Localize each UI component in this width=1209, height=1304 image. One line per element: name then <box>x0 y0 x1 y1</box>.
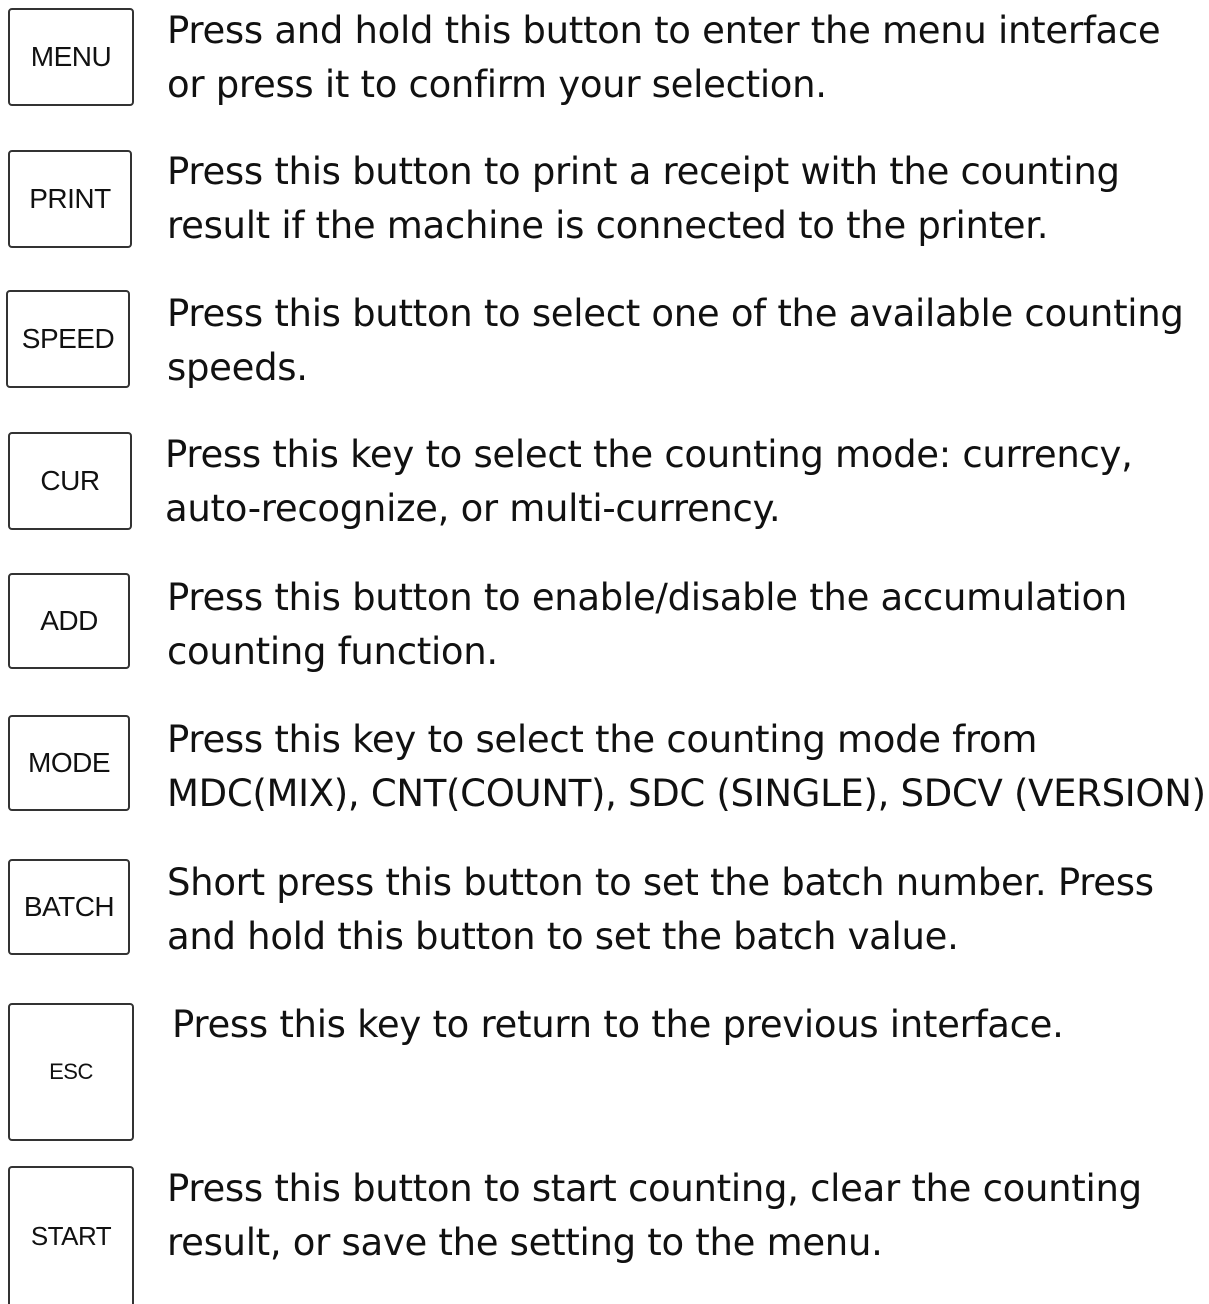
cur-key-description-line-1: Press this key to select the counting mo… <box>165 433 1133 476</box>
cur-key: CUR <box>8 432 132 530</box>
print-key-description: Press this button to print a receipt wit… <box>167 145 1120 253</box>
mode-key-description-line-1: Press this key to select the counting mo… <box>167 718 1038 761</box>
start-key-description-line-1: Press this button to start counting, cle… <box>167 1167 1142 1210</box>
esc-key-description: Press this key to return to the previous… <box>172 998 1064 1052</box>
menu-key-description-line-2: or press it to confirm your selection. <box>167 63 827 106</box>
speed-key-description-line-1: Press this button to select one of the a… <box>167 292 1184 335</box>
batch-key-description-line-2: and hold this button to set the batch va… <box>167 915 959 958</box>
menu-key-description: Press and hold this button to enter the … <box>167 4 1161 112</box>
esc-key: ESC <box>8 1003 134 1141</box>
mode-key: MODE <box>8 715 130 811</box>
mode-key-description-line-2: MDC(MIX), CNT(COUNT), SDC (SINGLE), SDCV… <box>167 772 1209 815</box>
print-key-description-line-2: result if the machine is connected to th… <box>167 204 1049 247</box>
print-key-description-line-1: Press this button to print a receipt wit… <box>167 150 1120 193</box>
start-key-description: Press this button to start counting, cle… <box>167 1162 1142 1270</box>
speed-key-description-line-2: speeds. <box>167 346 308 389</box>
print-key: PRINT <box>8 150 132 248</box>
start-key: START <box>8 1166 134 1304</box>
batch-key: BATCH <box>8 859 130 955</box>
menu-key: MENU <box>8 8 134 106</box>
menu-key-description-line-1: Press and hold this button to enter the … <box>167 9 1161 52</box>
add-key-description: Press this button to enable/disable the … <box>167 571 1127 679</box>
cur-key-description-line-2: auto-recognize, or multi-currency. <box>165 487 781 530</box>
speed-key: SPEED <box>6 290 130 388</box>
add-key: ADD <box>8 573 130 669</box>
add-key-description-line-1: Press this button to enable/disable the … <box>167 576 1128 619</box>
esc-key-description-line-1: Press this key to return to the previous… <box>172 1003 1064 1046</box>
speed-key-description: Press this button to select one of the a… <box>167 287 1184 395</box>
mode-key-description: Press this key to select the counting mo… <box>167 713 1209 821</box>
add-key-description-line-2: counting function. <box>167 630 498 673</box>
cur-key-description: Press this key to select the counting mo… <box>165 428 1133 536</box>
start-key-description-line-2: result, or save the setting to the menu. <box>167 1221 883 1264</box>
batch-key-description: Short press this button to set the batch… <box>167 856 1154 964</box>
batch-key-description-line-1: Short press this button to set the batch… <box>167 861 1154 904</box>
